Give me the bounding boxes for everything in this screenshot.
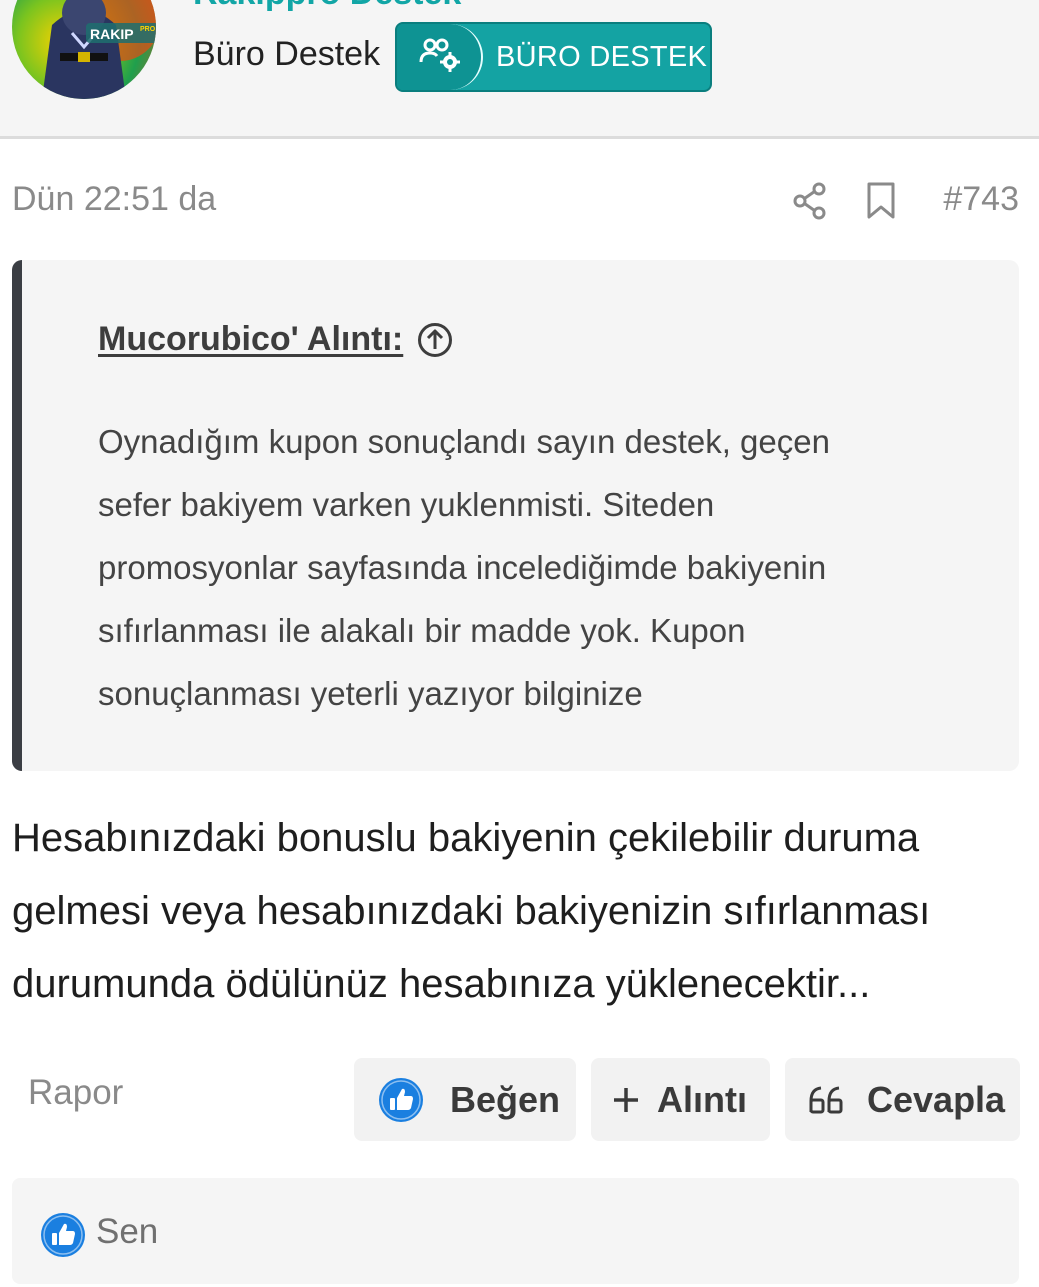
quote-marks-icon [809,1086,843,1113]
like-button[interactable]: Beğen [354,1058,576,1141]
like-label: Beğen [450,1078,561,1120]
quote-header: Mucorubico' Alıntı: [98,320,453,359]
badge-label: BÜRO DESTEK [496,41,708,73]
reply-button[interactable]: Cevapla [785,1058,1020,1141]
quote-text: Oynadığım kupon sonuçlandı sayın destek,… [98,410,938,725]
avatar-image: RAKIP PRO [42,0,156,99]
quote-line: Oynadığım kupon sonuçlandı sayın destek,… [98,423,830,460]
thumbs-up-reaction-icon [41,1213,85,1257]
users-cog-icon [419,38,460,72]
reply-label: Cevapla [867,1078,1006,1120]
user-header: RAKIP PRO Rakippro Destek Büro Destek BÜ… [0,0,1039,139]
thumbs-up-icon [379,1077,423,1122]
arrow-up-circle-icon[interactable] [417,322,453,358]
avatar[interactable]: RAKIP PRO [12,0,156,99]
reaction-user[interactable]: Sen [96,1212,158,1252]
quote-line: sıfırlanması ile alakalı bir madde yok. … [98,612,746,649]
message-line: Hesabınızdaki bonuslu bakiyenin çekilebi… [12,816,920,860]
message-line: gelmesi veya hesabınızdaki bakiyenizin s… [12,889,931,933]
quote-block: Mucorubico' Alıntı: Oynadığım kupon sonu… [12,260,1019,771]
plus-icon [614,1087,638,1112]
bookmark-icon[interactable] [866,182,896,220]
quote-line: sefer bakiyem varken yuklenmisti. Sitede… [98,486,715,523]
role-badge: BÜRO DESTEK [395,22,712,92]
message-body: Hesabınızdaki bonuslu bakiyenin çekilebi… [12,802,1022,1021]
message-line: durumunda ödülünüz hesabınıza yüklenecek… [12,962,871,1006]
badge-icon-container [397,24,483,90]
post-date[interactable]: Dün 22:51 da [12,180,216,219]
reactions-bar[interactable]: Sen [12,1178,1019,1284]
quote-button[interactable]: Alıntı [591,1058,770,1141]
share-icon[interactable] [792,182,828,220]
quote-line: sonuçlanması yeterli yazıyor bilginize [98,675,643,712]
username[interactable]: Rakippro Destek [193,0,461,13]
avatar-logo-text: RAKIP [90,26,134,42]
quote-line: promosyonlar sayfasında incelediğimde ba… [98,549,827,586]
post-number[interactable]: #743 [943,180,1019,219]
avatar-logo-sup: PRO [140,26,156,33]
user-title: Büro Destek [193,35,381,73]
report-link[interactable]: Rapor [28,1073,123,1113]
quote-label: Alıntı [657,1078,747,1120]
quote-author-link[interactable]: Mucorubico' Alıntı: [98,320,403,359]
